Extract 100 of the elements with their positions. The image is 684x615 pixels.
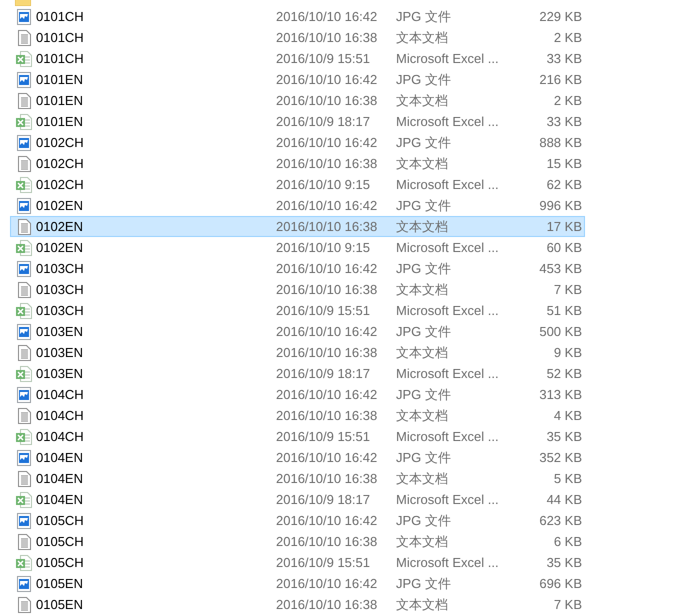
file-row[interactable]: 0104CH 2016/10/9 15:51 Microsoft Excel ... 35 KB bbox=[10, 426, 585, 447]
file-row[interactable]: 0102EN 2016/10/10 9:15 Microsoft Excel ... 60 KB bbox=[10, 237, 585, 258]
modified-date: 2016/10/10 16:42 bbox=[276, 322, 378, 341]
file-type: Microsoft Excel ... bbox=[396, 554, 500, 572]
file-row[interactable]: 0105EN 2016/10/10 16:38 文本文档 7 KB bbox=[10, 594, 585, 615]
file-name: 0103EN bbox=[36, 364, 84, 383]
file-name: 0101CH bbox=[36, 8, 85, 26]
file-row[interactable]: 0103CH 2016/10/10 16:38 文本文档 7 KB bbox=[10, 279, 585, 300]
file-row[interactable]: 0104EN 2016/10/9 18:17 Microsoft Excel ... 44 KB bbox=[10, 489, 585, 510]
file-name: 0101EN bbox=[36, 92, 84, 110]
file-size: 51 KB bbox=[546, 302, 582, 320]
file-row[interactable]: 0105CH 2016/10/9 15:51 Microsoft Excel ... 35 KB bbox=[10, 552, 585, 573]
file-size: 352 KB bbox=[538, 448, 582, 467]
file-name: 0102CH bbox=[36, 134, 85, 152]
file-row[interactable]: 0102EN 2016/10/10 16:42 JPG 文件 996 KB bbox=[10, 195, 585, 216]
file-row[interactable]: 0103EN 2016/10/10 16:38 文本文档 9 KB bbox=[10, 342, 585, 363]
file-size: 5 KB bbox=[552, 470, 582, 488]
file-size: 888 KB bbox=[538, 134, 582, 152]
file-type: 文本文档 bbox=[396, 218, 449, 236]
file-row[interactable]: 0101CH 2016/10/10 16:38 文本文档 2 KB bbox=[10, 27, 585, 48]
file-type: JPG 文件 bbox=[396, 386, 452, 404]
file-type: JPG 文件 bbox=[396, 322, 452, 341]
file-size: 2 KB bbox=[552, 92, 582, 110]
modified-date: 2016/10/9 18:17 bbox=[276, 112, 371, 131]
image-file-icon bbox=[17, 134, 31, 150]
file-type: Microsoft Excel ... bbox=[396, 50, 500, 68]
file-type: Microsoft Excel ... bbox=[396, 238, 500, 257]
file-row[interactable]: 0101EN 2016/10/10 16:42 JPG 文件 216 KB bbox=[10, 69, 585, 90]
file-row[interactable]: 0104CH 2016/10/10 16:42 JPG 文件 313 KB bbox=[10, 384, 585, 405]
file-name: 0104CH bbox=[36, 386, 85, 404]
file-type: 文本文档 bbox=[396, 470, 449, 488]
file-name: 0103CH bbox=[36, 302, 85, 320]
file-row[interactable]: 0102CH 2016/10/10 9:15 Microsoft Excel ... 62 KB bbox=[10, 174, 585, 195]
file-size: 60 KB bbox=[546, 238, 582, 257]
text-document-icon bbox=[18, 470, 30, 486]
file-row[interactable]: 0101CH 2016/10/9 15:51 Microsoft Excel ... 33 KB bbox=[10, 48, 585, 69]
file-size: 216 KB bbox=[538, 70, 582, 89]
file-size: 6 KB bbox=[552, 532, 582, 551]
modified-date: 2016/10/10 16:38 bbox=[276, 218, 378, 236]
file-name: 0102EN bbox=[36, 196, 84, 215]
file-row[interactable]: 0105CH 2016/10/10 16:38 文本文档 6 KB bbox=[10, 531, 585, 552]
text-document-icon bbox=[18, 534, 30, 550]
file-name: 0102EN bbox=[36, 218, 84, 236]
file-type: 文本文档 bbox=[396, 596, 449, 614]
modified-date: 2016/10/10 16:42 bbox=[276, 574, 378, 593]
file-name: 0104CH bbox=[36, 406, 85, 425]
file-row[interactable]: 0101CH 2016/10/10 16:42 JPG 文件 229 KB bbox=[10, 6, 585, 27]
spreadsheet-file-icon bbox=[16, 366, 32, 382]
file-row[interactable]: 0104EN 2016/10/10 16:38 文本文档 5 KB bbox=[10, 468, 585, 489]
file-type: JPG 文件 bbox=[396, 134, 452, 152]
modified-date: 2016/10/9 18:17 bbox=[276, 364, 371, 383]
modified-date: 2016/10/10 16:42 bbox=[276, 8, 378, 26]
text-document-icon bbox=[18, 282, 30, 298]
image-file-icon bbox=[17, 576, 31, 592]
image-file-icon bbox=[17, 450, 31, 466]
file-row[interactable]: 0103EN 2016/10/10 16:42 JPG 文件 500 KB bbox=[10, 321, 585, 342]
modified-date: 2016/10/10 16:42 bbox=[276, 512, 378, 530]
text-document-icon bbox=[18, 218, 30, 234]
image-file-icon bbox=[17, 260, 31, 276]
file-size: 35 KB bbox=[546, 428, 582, 446]
file-row[interactable]: 0102CH 2016/10/10 16:38 文本文档 15 KB bbox=[10, 153, 585, 174]
file-row[interactable]: 0102CH 2016/10/10 16:42 JPG 文件 888 KB bbox=[10, 132, 585, 153]
file-type: Microsoft Excel ... bbox=[396, 176, 500, 194]
file-type: JPG 文件 bbox=[396, 574, 452, 593]
file-name: 0102CH bbox=[36, 176, 85, 194]
file-type: 文本文档 bbox=[396, 344, 449, 362]
file-row[interactable]: 0101EN 2016/10/9 18:17 Microsoft Excel ... 33 KB bbox=[10, 111, 585, 132]
file-row[interactable]: 0101EN 2016/10/10 16:38 文本文档 2 KB bbox=[10, 90, 585, 111]
file-size: 17 KB bbox=[546, 218, 582, 236]
file-name: 0101EN bbox=[36, 70, 84, 89]
file-row[interactable]: 0105CH 2016/10/10 16:42 JPG 文件 623 KB bbox=[10, 510, 585, 531]
file-size: 623 KB bbox=[538, 512, 582, 530]
modified-date: 2016/10/9 15:51 bbox=[276, 50, 371, 68]
modified-date: 2016/10/10 16:38 bbox=[276, 406, 378, 425]
file-type: Microsoft Excel ... bbox=[396, 428, 500, 446]
file-name: 0105EN bbox=[36, 596, 84, 614]
file-size: 7 KB bbox=[552, 280, 582, 299]
file-row[interactable]: 0103CH 2016/10/10 16:42 JPG 文件 453 KB bbox=[10, 258, 585, 279]
file-name: 0103EN bbox=[36, 344, 84, 362]
file-row[interactable]: 0103EN 2016/10/9 18:17 Microsoft Excel ... 52 KB bbox=[10, 363, 585, 384]
spreadsheet-file-icon bbox=[16, 114, 32, 130]
file-row[interactable]: 0104CH 2016/10/10 16:38 文本文档 4 KB bbox=[10, 405, 585, 426]
modified-date: 2016/10/9 18:17 bbox=[276, 490, 371, 509]
file-name: 0102CH bbox=[36, 154, 85, 173]
file-name: 0103CH bbox=[36, 280, 85, 299]
file-row[interactable]: 0105EN 2016/10/10 16:42 JPG 文件 696 KB bbox=[10, 573, 585, 594]
file-row[interactable]: 0103CH 2016/10/9 15:51 Microsoft Excel ... 51 KB bbox=[10, 300, 585, 321]
file-size: 313 KB bbox=[538, 386, 582, 404]
file-size: 4 KB bbox=[552, 406, 582, 425]
file-type: Microsoft Excel ... bbox=[396, 112, 500, 131]
modified-date: 2016/10/10 16:38 bbox=[276, 470, 378, 488]
image-file-icon bbox=[17, 386, 31, 402]
modified-date: 2016/10/10 16:42 bbox=[276, 70, 378, 89]
text-document-icon bbox=[18, 30, 30, 46]
spreadsheet-file-icon bbox=[16, 428, 32, 444]
file-row[interactable]: 0102EN 2016/10/10 16:38 文本文档 17 KB bbox=[10, 216, 585, 237]
spreadsheet-file-icon bbox=[16, 50, 32, 66]
modified-date: 2016/10/10 16:42 bbox=[276, 448, 378, 467]
file-type: 文本文档 bbox=[396, 532, 449, 551]
file-row[interactable]: 0104EN 2016/10/10 16:42 JPG 文件 352 KB bbox=[10, 447, 585, 468]
